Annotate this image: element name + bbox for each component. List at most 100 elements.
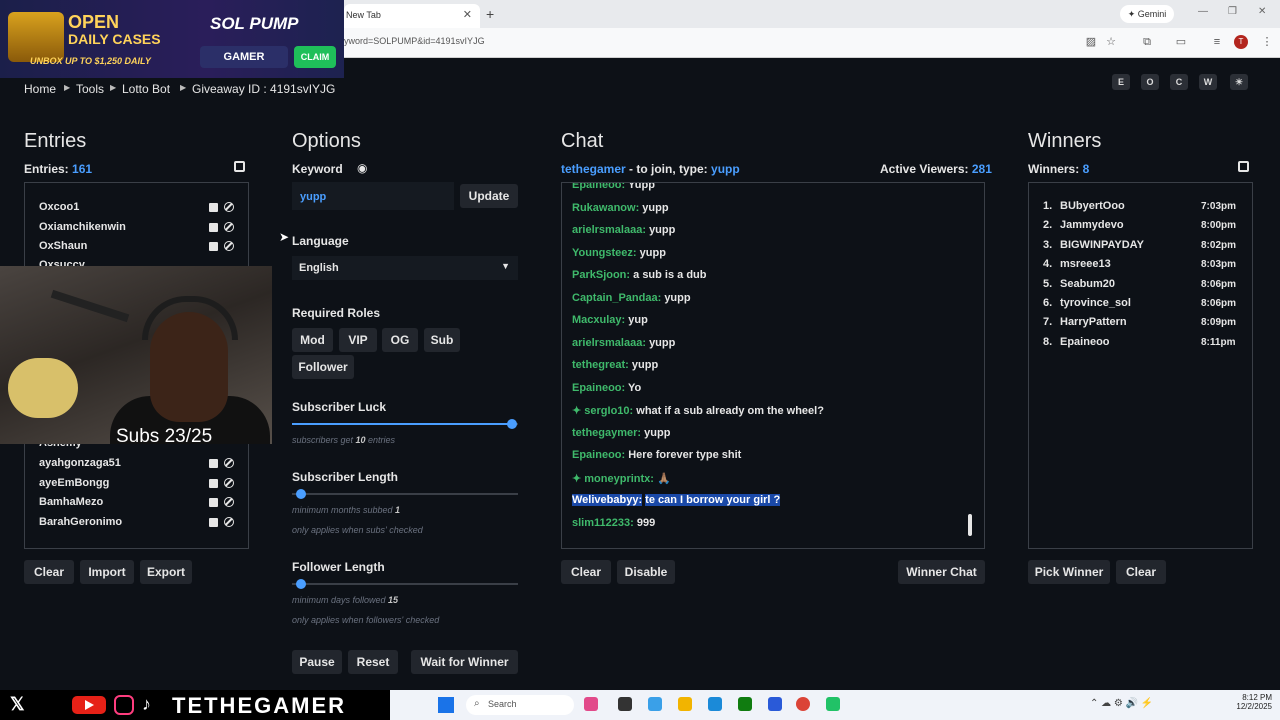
close-window-icon[interactable]: ✕ [1258, 6, 1266, 17]
role-follower-toggle[interactable]: Follower [292, 355, 354, 379]
ban-icon[interactable] [224, 458, 234, 468]
store-icon[interactable] [768, 697, 782, 711]
breadcrumb-tools[interactable]: Tools [76, 82, 104, 96]
star-icon[interactable]: ☆ [1104, 35, 1118, 49]
chat-clear-button[interactable]: Clear [561, 560, 611, 584]
app-icon[interactable] [826, 697, 840, 711]
subscriber-length-knob[interactable] [296, 489, 306, 499]
chat-scrollbar[interactable] [968, 514, 972, 536]
disable-button[interactable]: Disable [617, 560, 675, 584]
extensions-icon[interactable]: ⧉ [1140, 35, 1154, 49]
wait-for-winner-button[interactable]: Wait for Winner [411, 650, 518, 674]
chat-text: 999 [636, 516, 656, 529]
new-tab-icon[interactable]: + [486, 6, 494, 22]
chevron-down-icon: ▼ [501, 261, 510, 271]
follower-length-label: Follower Length [292, 560, 385, 574]
copy-entries-icon[interactable] [234, 161, 245, 172]
follower-length-slider[interactable] [292, 583, 518, 585]
key-c-button[interactable]: C [1170, 74, 1188, 90]
ad-gamer-button[interactable]: GAMER [200, 46, 288, 68]
subscriber-luck-knob[interactable] [507, 419, 517, 429]
app-icon[interactable] [648, 697, 662, 711]
edge-icon[interactable] [708, 697, 722, 711]
winner-rank: 5. [1043, 277, 1053, 290]
list-item: ayeEmBongg [39, 477, 110, 489]
url-field[interactable]: yword=SOLPUMP&id=4191svIYJG [344, 36, 485, 46]
menu-icon[interactable]: ⋮ [1260, 35, 1274, 49]
checkbox-icon[interactable] [209, 518, 218, 527]
key-w-button[interactable]: W [1199, 74, 1217, 90]
reset-button[interactable]: Reset [348, 650, 398, 674]
clock[interactable]: 8:12 PM 12/2/2025 [1222, 693, 1272, 711]
list-item: Oxcoo1 [39, 201, 80, 213]
app-icon[interactable] [618, 697, 632, 711]
role-og-toggle[interactable]: OG [382, 328, 418, 352]
key-e-button[interactable]: E [1112, 74, 1130, 90]
ban-icon[interactable] [224, 497, 234, 507]
update-button[interactable]: Update [460, 184, 518, 208]
entries-title: Entries [24, 130, 87, 152]
ad-claim-button[interactable]: CLAIM [294, 46, 336, 68]
tray-icons[interactable]: ⌃ ☁ ⚙ 🔊 ⚡ [1090, 698, 1153, 709]
checkbox-icon[interactable] [209, 203, 218, 212]
browser-tab[interactable]: New Tab ✕ [344, 4, 480, 28]
profile-avatar[interactable]: T [1234, 35, 1248, 49]
ban-icon[interactable] [224, 517, 234, 527]
chat-message: ✦ sergIo10: what if a sub already om the… [572, 404, 824, 417]
start-icon[interactable] [438, 697, 454, 713]
winner-rank: 2. [1043, 219, 1053, 232]
checkbox-icon[interactable] [209, 459, 218, 468]
chat-log[interactable]: Epaineoo: Yupp Rukawanow: yupp arielrsmala… [561, 182, 985, 549]
copy-winners-icon[interactable] [1238, 161, 1249, 172]
chat-message: ParkSjoon: a sub is a dub [572, 269, 707, 281]
media-icon[interactable]: ≡ [1210, 35, 1224, 49]
winner-rank: 7. [1043, 316, 1053, 329]
eye-icon[interactable]: ◉ [357, 161, 367, 175]
entries-clear-button[interactable]: Clear [24, 560, 74, 584]
sidebar-icon[interactable]: ▭ [1174, 35, 1188, 49]
winners-clear-button[interactable]: Clear [1116, 560, 1166, 584]
theme-toggle-icon[interactable]: ☀ [1230, 74, 1248, 90]
winner-chat-button[interactable]: Winner Chat [898, 560, 985, 584]
taskbar-search[interactable]: Search [466, 695, 574, 715]
ban-icon[interactable] [224, 222, 234, 232]
follower-length-knob[interactable] [296, 579, 306, 589]
import-button[interactable]: Import [80, 560, 134, 584]
file-explorer-icon[interactable] [678, 697, 692, 711]
export-button[interactable]: Export [140, 560, 192, 584]
keyword-input[interactable]: yupp [292, 182, 454, 210]
ban-icon[interactable] [224, 478, 234, 488]
tab-close-icon[interactable]: ✕ [463, 8, 472, 21]
pick-winner-button[interactable]: Pick Winner [1028, 560, 1110, 584]
role-vip-toggle[interactable]: VIP [339, 328, 377, 352]
checkbox-icon[interactable] [209, 479, 218, 488]
role-sub-toggle[interactable]: Sub [424, 328, 460, 352]
entries-count: 161 [72, 162, 93, 176]
checkbox-icon[interactable] [209, 242, 218, 251]
pause-button[interactable]: Pause [292, 650, 342, 674]
language-select[interactable]: English ▼ [292, 256, 518, 280]
breadcrumb-lotto-bot[interactable]: Lotto Bot [122, 82, 170, 96]
social-strip: 𝕏 ♪ TETHEGAMER [0, 690, 390, 720]
no-image-icon[interactable]: ▨ [1084, 35, 1098, 49]
gemini-button[interactable]: ✦ Gemini [1120, 5, 1174, 23]
subscriber-length-slider[interactable] [292, 493, 518, 495]
join-keyword: yupp [711, 162, 740, 176]
ban-icon[interactable] [224, 202, 234, 212]
breadcrumb-home[interactable]: Home [24, 82, 56, 96]
checkbox-icon[interactable] [209, 223, 218, 232]
minimize-icon[interactable]: — [1198, 6, 1208, 17]
chrome-icon[interactable] [796, 697, 810, 711]
winner-name: Jammydevo [1060, 219, 1124, 232]
sponsor-banner[interactable]: OPEN DAILY CASES UNBOX UP TO $1,250 DAIL… [0, 0, 344, 78]
app-icon[interactable] [584, 697, 598, 711]
xbox-icon[interactable] [738, 697, 752, 711]
key-o-button[interactable]: O [1141, 74, 1159, 90]
role-mod-toggle[interactable]: Mod [292, 328, 333, 352]
ban-icon[interactable] [224, 241, 234, 251]
checkbox-icon[interactable] [209, 498, 218, 507]
maximize-icon[interactable]: ❐ [1228, 6, 1237, 17]
chat-message: Captain_Pandaa: yupp [572, 292, 691, 304]
tiktok-icon: ♪ [142, 694, 151, 714]
chat-username: Epaineoo: [572, 381, 626, 394]
